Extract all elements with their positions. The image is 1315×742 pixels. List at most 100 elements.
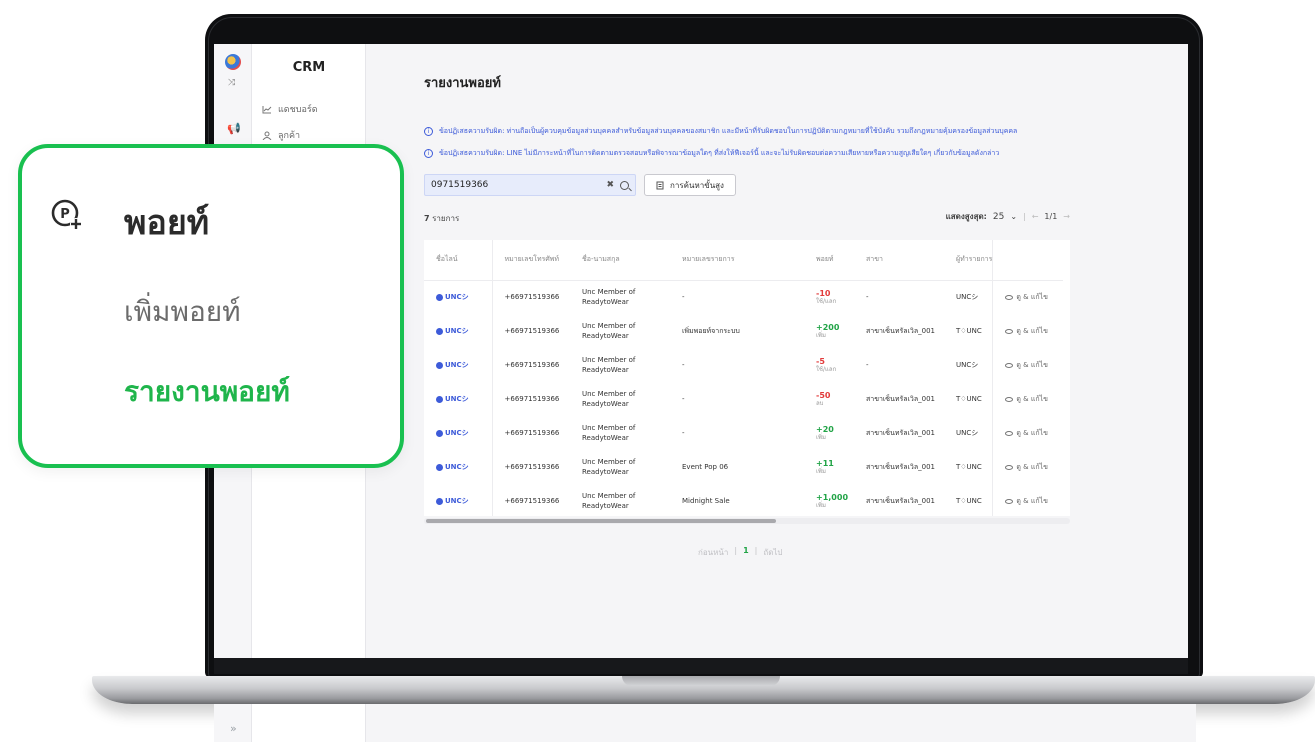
view-edit-action[interactable]: ดู & แก้ไข <box>993 450 1063 484</box>
disclaimer-notice-1: i ข้อปฏิเสธความรับผิด: ท่านถือเป็นผู้ควบ… <box>424 126 1017 137</box>
reference-cell: เพิ่มพอยท์จากระบบ <box>682 326 740 335</box>
shuffle-icon[interactable]: ⤨ <box>228 78 235 88</box>
view-edit-action[interactable]: ดู & แก้ไข <box>993 348 1063 382</box>
menu-zoom-callout: P พอยท์ เพิ่มพอยท์ รายงานพอยท์ <box>18 144 404 468</box>
chart-icon <box>262 105 272 113</box>
operator-cell: T♢UNC <box>944 382 994 416</box>
page-size-select[interactable]: 25 <box>993 212 1004 222</box>
pagination-prev[interactable]: ก่อนหน้า <box>698 546 728 559</box>
page-size-control: แสดงสูงสุด: 25 ⌄ | ← 1/1 → <box>945 211 1070 222</box>
eye-icon <box>1005 362 1014 368</box>
col-phone: หมายเลขโทรศัพท์ <box>492 240 570 281</box>
phone-cell: +66971519366 <box>504 327 560 335</box>
pagination-current[interactable]: 1 <box>743 546 749 559</box>
view-edit-action[interactable]: ดู & แก้ไข <box>993 314 1063 348</box>
col-actions <box>992 240 1063 281</box>
eye-icon <box>1005 396 1014 402</box>
branch-cell: สาขาเซ็นทรัลเวิล_001 <box>866 462 935 471</box>
search-icon[interactable] <box>620 180 629 190</box>
operator-cell: UNCシ <box>944 348 994 382</box>
page-size-label: แสดงสูงสุด: <box>945 212 987 221</box>
operator-cell: T♢UNC <box>944 484 994 516</box>
menu-item-points-report[interactable]: รายงานพอยท์ <box>124 370 290 414</box>
table-row[interactable]: UNCシ +66971519366 Unc Member of ReadytoWear… <box>424 450 1063 484</box>
points-cell: +1,000 เพิ่ม <box>816 492 849 509</box>
points-cell: +20 เพิ่ม <box>816 424 834 441</box>
menu-item-add-points[interactable]: เพิ่มพอยท์ <box>124 290 241 334</box>
pagination: ก่อนหน้า | 1 | ถัดไป <box>698 546 783 559</box>
table-row[interactable]: UNCシ +66971519366 Unc Member of ReadytoWear… <box>424 314 1063 348</box>
branch-cell: สาขาเซ็นทรัลเวิล_001 <box>866 326 935 335</box>
pagination-next[interactable]: ถัดไป <box>763 546 782 559</box>
svg-text:P: P <box>60 207 70 222</box>
branch-cell: - <box>866 293 869 302</box>
line-icon <box>436 497 443 505</box>
line-icon <box>436 429 443 437</box>
phone-cell: +66971519366 <box>504 395 560 403</box>
info-icon: i <box>424 149 433 158</box>
expand-chevron-icon[interactable]: » <box>230 722 237 735</box>
col-branch: สาขา <box>854 240 944 281</box>
line-icon <box>436 395 443 403</box>
fullname-cell: Unc Member of ReadytoWear <box>582 356 636 374</box>
line-name-cell: UNCシ <box>424 450 493 484</box>
points-cell: -5 ใช้/แลก <box>816 356 837 373</box>
page-title: รายงานพอยท์ <box>424 76 501 91</box>
points-cell: -50 ลบ <box>816 390 831 407</box>
col-operator: ผู้ทำรายการ <box>944 240 994 281</box>
table-row[interactable]: UNCシ +66971519366 Unc Member of ReadytoWear… <box>424 382 1063 416</box>
line-name-cell: UNCシ <box>424 416 493 450</box>
sidebar-item-dashboard[interactable]: แดชบอร์ด <box>262 102 318 116</box>
reference-cell: - <box>682 293 685 302</box>
phone-cell: +66971519366 <box>504 463 560 471</box>
operator-cell: T♢UNC <box>944 314 994 348</box>
operator-cell: T♢UNC <box>944 450 994 484</box>
phone-cell: +66971519366 <box>504 497 560 505</box>
notice-text: ข้อปฏิเสธความรับผิด: LINE ไม่มีภาระหน้าท… <box>439 149 1000 157</box>
table-row[interactable]: UNCシ +66971519366 Unc Member of ReadytoWear… <box>424 280 1063 314</box>
line-name-cell: UNCシ <box>424 484 493 516</box>
user-icon <box>262 131 272 140</box>
col-fullname: ชื่อ-นามสกุล <box>570 240 670 281</box>
search-value[interactable]: 0971519366 <box>431 180 606 190</box>
line-icon <box>436 327 443 335</box>
table-header-row: ชื่อไลน์ หมายเลขโทรศัพท์ ชื่อ-นามสกุล หม… <box>424 240 1063 281</box>
notice-text: ข้อปฏิเสธความรับผิด: ท่านถือเป็นผู้ควบคุ… <box>439 127 1018 135</box>
view-edit-action[interactable]: ดู & แก้ไข <box>993 382 1063 416</box>
avatar[interactable] <box>225 54 241 70</box>
table-row[interactable]: UNCシ +66971519366 Unc Member of ReadytoWear… <box>424 416 1063 450</box>
laptop-bezel <box>214 658 1188 674</box>
view-edit-action[interactable]: ดู & แก้ไข <box>993 484 1063 516</box>
view-edit-action[interactable]: ดู & แก้ไข <box>993 280 1063 314</box>
sidebar-item-customers[interactable]: ลูกค้า <box>262 128 300 142</box>
line-name-cell: UNCシ <box>424 382 493 416</box>
megaphone-icon[interactable]: 📢 <box>227 122 241 135</box>
chevron-down-icon[interactable]: ⌄ <box>1010 212 1017 221</box>
points-cell: +11 เพิ่ม <box>816 458 834 475</box>
next-page-icon[interactable]: → <box>1063 212 1070 221</box>
eye-icon <box>1005 498 1014 504</box>
under-main <box>366 704 1196 742</box>
search-input[interactable]: 0971519366 ✖ <box>424 174 636 196</box>
prev-page-icon[interactable]: ← <box>1032 212 1039 221</box>
menu-title-points[interactable]: พอยท์ <box>124 195 209 249</box>
fullname-cell: Unc Member of ReadytoWear <box>582 492 636 510</box>
advanced-search-button[interactable]: การค้นหาขั้นสูง <box>644 174 736 196</box>
table-row[interactable]: UNCシ +66971519366 Unc Member of ReadytoWear… <box>424 348 1063 382</box>
branch-cell: สาขาเซ็นทรัลเวิล_001 <box>866 394 935 403</box>
line-icon <box>436 293 443 301</box>
info-icon: i <box>424 127 433 136</box>
col-reference: หมายเลขรายการ <box>670 240 804 281</box>
view-edit-action[interactable]: ดู & แก้ไข <box>993 416 1063 450</box>
eye-icon <box>1005 328 1014 334</box>
table-horizontal-scrollbar[interactable] <box>424 518 1070 524</box>
result-count-number: 7 <box>424 214 430 223</box>
scrollbar-thumb[interactable] <box>426 519 776 523</box>
clear-icon[interactable]: ✖ <box>606 180 614 190</box>
fullname-cell: Unc Member of ReadytoWear <box>582 322 636 340</box>
table-row[interactable]: UNCシ +66971519366 Unc Member of ReadytoWear… <box>424 484 1063 516</box>
line-icon <box>436 463 443 471</box>
app-title: CRM <box>292 60 326 75</box>
branch-cell: - <box>866 361 869 369</box>
col-line-name: ชื่อไลน์ <box>424 240 493 281</box>
